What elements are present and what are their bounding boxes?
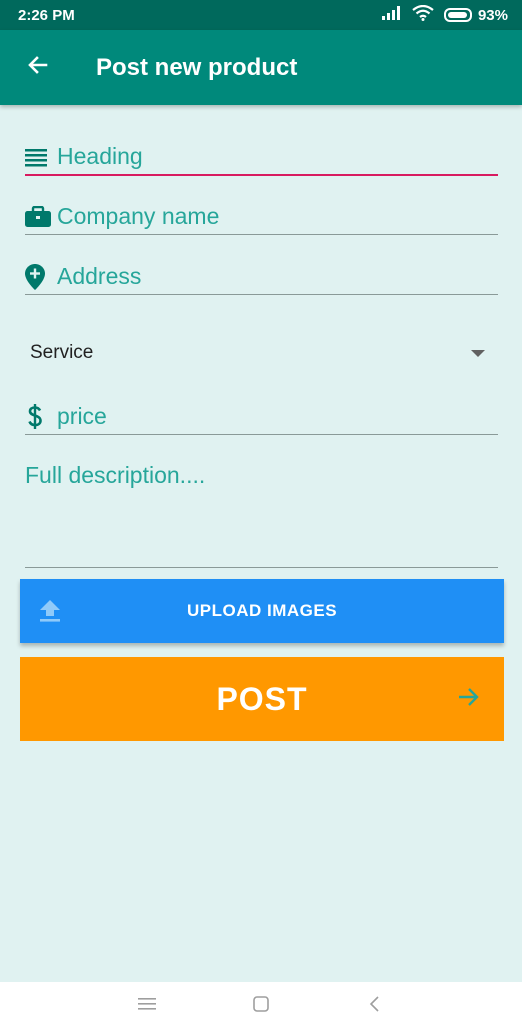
system-nav-bar [0,982,522,1025]
company-name-placeholder: Company name [57,203,220,229]
service-selected-value: Service [30,342,94,363]
signal-icon [381,6,402,24]
upload-icon [40,600,60,627]
service-dropdown[interactable]: Service [30,335,485,371]
page-title: Post new product [96,53,298,81]
heading-placeholder: Heading [57,143,143,169]
price-placeholder: price [57,403,107,429]
battery-fill [447,12,467,18]
add-location-icon [25,264,57,290]
app-bar: Post new product [0,30,522,105]
description-placeholder: Full description.... [25,462,206,488]
post-label: POST [216,680,308,717]
upload-images-button[interactable]: UPLOAD IMAGES [20,579,504,643]
wifi-icon [412,4,434,25]
arrow-forward-icon [458,687,480,712]
back-chevron-icon[interactable] [363,992,387,1016]
address-placeholder: Address [57,263,142,289]
menu-icon[interactable] [135,992,159,1016]
status-time: 2:26 PM [18,6,75,24]
price-field[interactable]: price [25,399,498,435]
battery-icon [443,8,472,22]
battery-percent: 93% [477,6,508,24]
back-button[interactable] [18,48,58,88]
company-name-field[interactable]: Company name [25,199,498,235]
heading-field[interactable]: Heading [25,140,498,176]
home-square-icon[interactable] [249,992,273,1016]
address-field[interactable]: Address [25,259,498,295]
dropdown-arrow-icon [471,349,485,357]
upload-images-label: UPLOAD IMAGES [186,601,338,620]
status-icons: 93% [381,4,508,25]
subject-icon [25,144,57,170]
dollar-icon [25,404,57,430]
description-field[interactable]: Full description.... [25,458,498,568]
post-button[interactable]: POST [20,657,504,741]
arrow-back-icon [26,53,50,82]
briefcase-icon [25,204,57,230]
battery-indicator: 93% [443,6,508,24]
status-bar: 2:26 PM 93% [0,0,522,30]
